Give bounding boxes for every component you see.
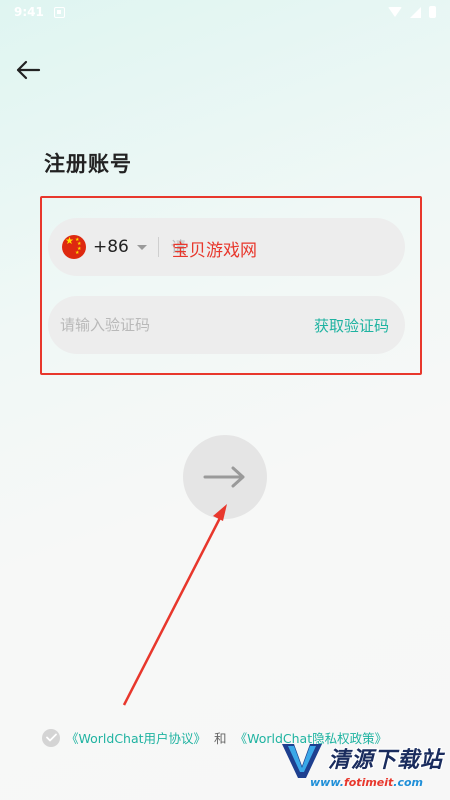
status-time: 9:41 xyxy=(14,5,44,19)
country-code[interactable]: +86 xyxy=(93,237,129,257)
next-button[interactable] xyxy=(183,435,267,519)
status-icons xyxy=(388,6,436,18)
get-code-button[interactable]: 获取验证码 xyxy=(314,315,389,336)
battery-icon xyxy=(429,6,436,18)
phone-number-row[interactable]: ★ ★ ★ ★ ★ +86 xyxy=(48,218,405,276)
dropdown-triangle-icon[interactable] xyxy=(136,244,147,250)
verification-code-row: 获取验证码 xyxy=(48,296,405,354)
wifi-icon xyxy=(388,7,402,17)
signal-icon xyxy=(410,6,421,18)
page-title: 注册账号 xyxy=(44,152,132,176)
agreement-and-text: 和 xyxy=(214,731,227,746)
logo-title: 清源下载站 xyxy=(328,748,444,773)
verification-code-input[interactable] xyxy=(60,316,314,334)
back-button[interactable] xyxy=(12,54,44,86)
status-bar: 9:41 xyxy=(0,0,450,24)
watermark-logo: 清源下载站 www.fotimeit.com xyxy=(280,738,448,798)
logo-mark-icon xyxy=(282,744,322,778)
back-arrow-icon xyxy=(16,60,41,80)
notification-icon xyxy=(53,6,65,18)
annotation-arrow xyxy=(122,504,227,706)
right-arrow-icon xyxy=(203,466,245,488)
agree-checkbox[interactable] xyxy=(42,728,60,747)
check-icon xyxy=(45,733,57,742)
china-flag-icon[interactable]: ★ ★ ★ ★ ★ xyxy=(62,235,86,259)
phone-number-input[interactable] xyxy=(158,238,405,256)
user-agreement-link[interactable]: 《WorldChat用户协议》 xyxy=(66,728,206,747)
logo-url: www.fotimeit.com xyxy=(310,776,424,789)
